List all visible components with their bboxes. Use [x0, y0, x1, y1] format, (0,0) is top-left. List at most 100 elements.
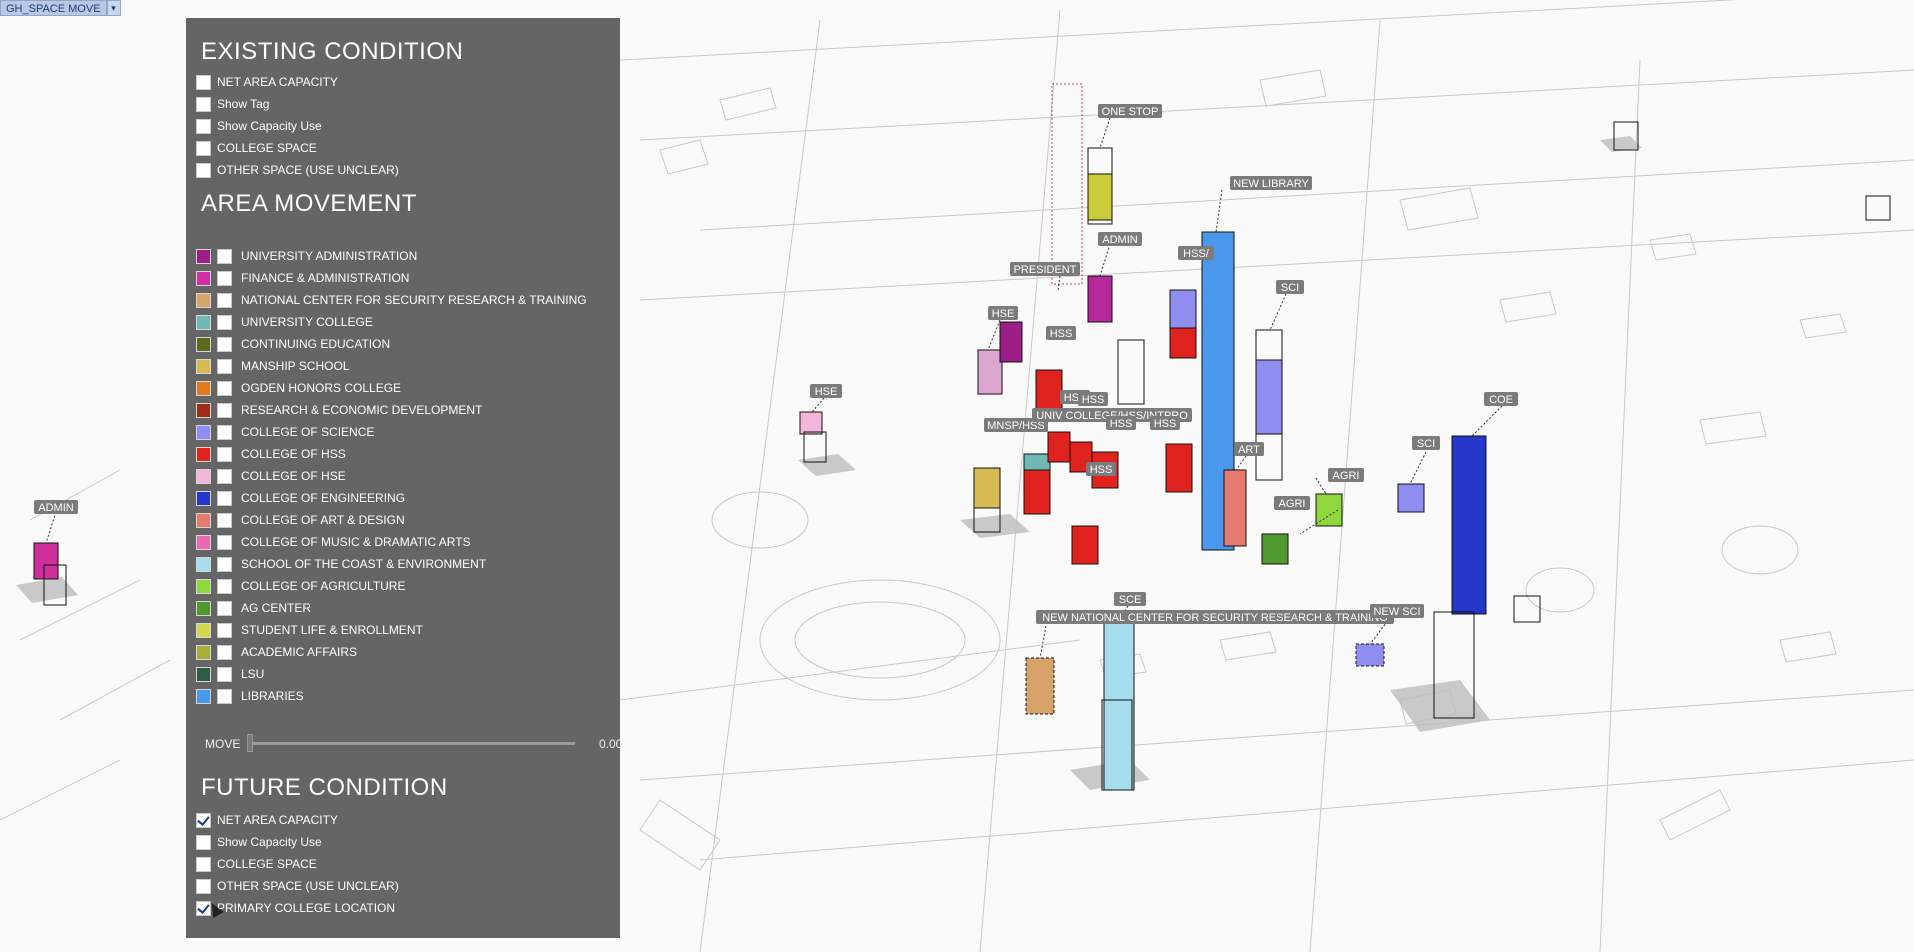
future-option-primary-college-location[interactable]: PRIMARY COLLEGE LOCATION: [196, 898, 395, 918]
color-swatch: [196, 248, 211, 264]
tag-coe: COE: [1484, 392, 1518, 406]
move-slider-track[interactable]: [249, 742, 575, 745]
svg-text:AGRI: AGRI: [1279, 498, 1306, 510]
movement-item-label: NATIONAL CENTER FOR SECURITY RESEARCH & …: [241, 293, 587, 307]
movement-checkbox-research-and-economic-development[interactable]: [217, 402, 232, 418]
future-option-other-space-use-unclear[interactable]: OTHER SPACE (USE UNCLEAR): [196, 876, 399, 896]
movement-checkbox-college-of-agriculture[interactable]: [217, 578, 232, 594]
movement-item-college-of-hss[interactable]: COLLEGE OF HSS: [196, 444, 346, 464]
existing-checkbox-show-tag[interactable]: [196, 96, 211, 112]
existing-checkbox-show-capacity-use[interactable]: [196, 118, 211, 134]
future-checkbox-show-capacity-use[interactable]: [196, 834, 211, 850]
movement-checkbox-college-of-art-and-design[interactable]: [217, 512, 232, 528]
movement-item-college-of-science[interactable]: COLLEGE OF SCIENCE: [196, 422, 374, 442]
movement-item-label: RESEARCH & ECONOMIC DEVELOPMENT: [241, 403, 483, 417]
movement-checkbox-college-of-music-and-dramatic-arts[interactable]: [217, 534, 232, 550]
svg-text:COE: COE: [1489, 394, 1513, 406]
movement-item-school-of-the-coast-and-environment[interactable]: SCHOOL OF THE COAST & ENVIRONMENT: [196, 554, 486, 574]
movement-item-national-center-for-security-research-and-training[interactable]: NATIONAL CENTER FOR SECURITY RESEARCH & …: [196, 290, 587, 310]
movement-item-libraries[interactable]: LIBRARIES: [196, 686, 304, 706]
movement-checkbox-finance-and-administration[interactable]: [217, 270, 232, 286]
future-option-label: NET AREA CAPACITY: [217, 813, 338, 827]
existing-checkbox-net-area-capacity[interactable]: [196, 74, 211, 90]
svg-text:NEW LIBRARY: NEW LIBRARY: [1233, 178, 1309, 190]
movement-checkbox-college-of-engineering[interactable]: [217, 490, 232, 506]
movement-item-continuing-education[interactable]: CONTINUING EDUCATION: [196, 334, 390, 354]
existing-option-net-area-capacity[interactable]: NET AREA CAPACITY: [196, 72, 338, 92]
movement-item-label: COLLEGE OF HSE: [241, 469, 346, 483]
existing-option-show-capacity-use[interactable]: Show Capacity Use: [196, 116, 322, 136]
future-option-show-capacity-use[interactable]: Show Capacity Use: [196, 832, 322, 852]
movement-item-student-life-and-enrollment[interactable]: STUDENT LIFE & ENROLLMENT: [196, 620, 423, 640]
existing-option-show-tag[interactable]: Show Tag: [196, 94, 269, 114]
movement-item-manship-school[interactable]: MANSHIP SCHOOL: [196, 356, 349, 376]
tag-sci-2: SCI: [1412, 436, 1440, 450]
movement-item-college-of-music-and-dramatic-arts[interactable]: COLLEGE OF MUSIC & DRAMATIC ARTS: [196, 532, 471, 552]
svg-text:ART: ART: [1238, 444, 1260, 456]
move-slider-label: MOVE: [205, 737, 241, 751]
movement-item-research-and-economic-development[interactable]: RESEARCH & ECONOMIC DEVELOPMENT: [196, 400, 482, 420]
movement-item-college-of-agriculture[interactable]: COLLEGE OF AGRICULTURE: [196, 576, 405, 596]
movement-item-label: LIBRARIES: [241, 689, 304, 703]
future-option-label: OTHER SPACE (USE UNCLEAR): [217, 879, 399, 893]
movement-checkbox-manship-school[interactable]: [217, 358, 232, 374]
movement-item-lsu[interactable]: LSU: [196, 664, 264, 684]
existing-option-other-space-use-unclear[interactable]: OTHER SPACE (USE UNCLEAR): [196, 160, 399, 180]
movement-item-ogden-honors-college[interactable]: OGDEN HONORS COLLEGE: [196, 378, 401, 398]
svg-text:NEW NATIONAL CENTER FOR SECURI: NEW NATIONAL CENTER FOR SECURITY RESEARC…: [1042, 612, 1388, 624]
movement-item-label: UNIVERSITY COLLEGE: [241, 315, 373, 329]
movement-checkbox-university-college[interactable]: [217, 314, 232, 330]
svg-text:HSS: HSS: [1110, 418, 1133, 430]
svg-text:HSS/: HSS/: [1183, 248, 1210, 260]
move-slider-value: 0.00: [599, 737, 623, 751]
movement-checkbox-student-life-and-enrollment[interactable]: [217, 622, 232, 638]
movement-checkbox-ag-center[interactable]: [217, 600, 232, 616]
future-option-label: COLLEGE SPACE: [217, 857, 317, 871]
bar-hss-b: [1169, 289, 1197, 359]
movement-checkbox-college-of-hse[interactable]: [217, 468, 232, 484]
bar-national-center: [1025, 657, 1055, 715]
color-swatch: [196, 446, 211, 462]
existing-checkbox-college-space[interactable]: [196, 140, 211, 156]
movement-checkbox-national-center-for-security-research-and-training[interactable]: [217, 292, 232, 308]
future-option-college-space[interactable]: COLLEGE SPACE: [196, 854, 317, 874]
movement-item-university-college[interactable]: UNIVERSITY COLLEGE: [196, 312, 373, 332]
tag-one-stop: ONE STOP: [1098, 104, 1162, 118]
future-checkbox-other-space-use-unclear[interactable]: [196, 878, 211, 894]
movement-checkbox-college-of-hss[interactable]: [217, 446, 232, 462]
color-swatch: [196, 424, 211, 440]
future-option-label: Show Capacity Use: [217, 835, 322, 849]
future-checkbox-net-area-capacity[interactable]: [196, 812, 211, 828]
movement-checkbox-lsu[interactable]: [217, 666, 232, 682]
movement-checkbox-university-administration[interactable]: [217, 248, 232, 264]
bar-wire-2: [1865, 195, 1891, 221]
svg-text:HSS: HSS: [1082, 394, 1105, 406]
future-checkbox-college-space[interactable]: [196, 856, 211, 872]
movement-item-ag-center[interactable]: AG CENTER: [196, 598, 311, 618]
window-dropdown-icon[interactable]: ▾: [106, 0, 121, 16]
existing-checkbox-other-space-use-unclear[interactable]: [196, 162, 211, 178]
move-slider-thumb[interactable]: [247, 734, 253, 752]
movement-item-college-of-engineering[interactable]: COLLEGE OF ENGINEERING: [196, 488, 405, 508]
movement-checkbox-libraries[interactable]: [217, 688, 232, 704]
movement-item-academic-affairs[interactable]: ACADEMIC AFFAIRS: [196, 642, 357, 662]
movement-checkbox-school-of-the-coast-and-environment[interactable]: [217, 556, 232, 572]
tag-agri-1: AGRI: [1328, 468, 1364, 482]
color-swatch: [196, 292, 211, 308]
existing-option-college-space[interactable]: COLLEGE SPACE: [196, 138, 317, 158]
tag-agri-2: AGRI: [1274, 496, 1310, 510]
color-swatch: [196, 556, 211, 572]
movement-checkbox-college-of-science[interactable]: [217, 424, 232, 440]
color-swatch: [196, 512, 211, 528]
future-option-label: PRIMARY COLLEGE LOCATION: [217, 901, 396, 915]
movement-checkbox-academic-affairs[interactable]: [217, 644, 232, 660]
movement-item-college-of-art-and-design[interactable]: COLLEGE OF ART & DESIGN: [196, 510, 405, 530]
future-option-net-area-capacity[interactable]: NET AREA CAPACITY: [196, 810, 338, 830]
movement-checkbox-continuing-education[interactable]: [217, 336, 232, 352]
movement-checkbox-ogden-honors-college[interactable]: [217, 380, 232, 396]
existing-option-label: COLLEGE SPACE: [217, 141, 317, 155]
color-swatch: [196, 468, 211, 484]
movement-item-university-administration[interactable]: UNIVERSITY ADMINISTRATION: [196, 246, 417, 266]
movement-item-finance-and-administration[interactable]: FINANCE & ADMINISTRATION: [196, 268, 409, 288]
movement-item-college-of-hse[interactable]: COLLEGE OF HSE: [196, 466, 346, 486]
